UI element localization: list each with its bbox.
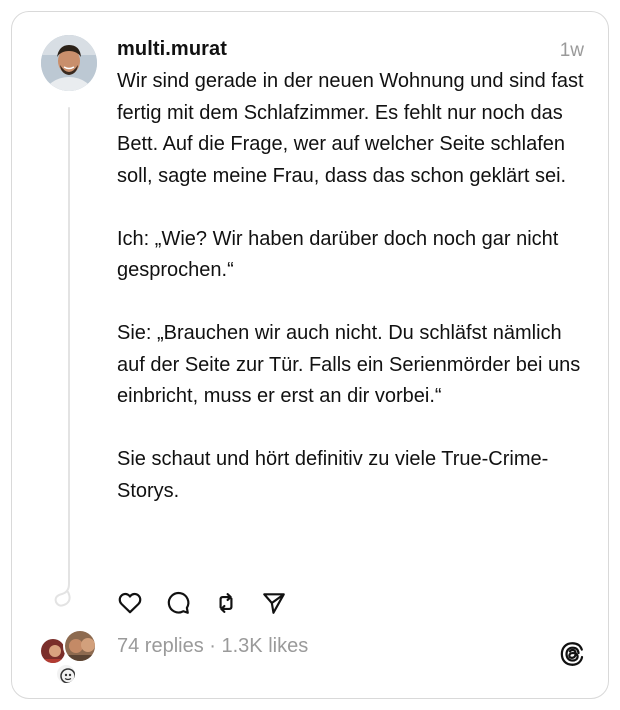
share-button[interactable]: [261, 590, 287, 616]
heart-icon: [118, 592, 142, 614]
threads-icon: [560, 642, 584, 666]
reply-avatar: [55, 663, 77, 685]
thread-line: [68, 107, 70, 585]
threads-logo[interactable]: [558, 640, 586, 668]
reply-avatar: [63, 629, 97, 663]
author-avatar[interactable]: [41, 35, 97, 91]
author-username[interactable]: multi.murat: [117, 38, 227, 61]
repost-icon: [219, 593, 233, 613]
repost-button[interactable]: [213, 590, 239, 616]
replies-count[interactable]: 74 replies: [117, 635, 204, 657]
thread-curl: [54, 583, 71, 607]
reply-button[interactable]: [165, 590, 191, 616]
reply-avatars[interactable]: [39, 629, 101, 685]
action-bar: [117, 589, 309, 617]
post-timestamp[interactable]: 1w: [560, 40, 584, 62]
send-icon: [263, 593, 285, 614]
like-button[interactable]: [117, 590, 143, 616]
post-text: Wir sind gerade in der neuen Wohnung und…: [117, 66, 587, 507]
post-paragraph: Wir sind gerade in der neuen Wohnung und…: [117, 70, 584, 187]
likes-count[interactable]: 1.3K likes: [222, 635, 309, 657]
post-card: multi.murat 1w Wir sind gerade in der ne…: [11, 11, 609, 699]
post-paragraph: Sie: „Brauchen wir auch nicht. Du schläf…: [117, 322, 581, 407]
post-paragraph: Sie schaut und hört definitiv zu viele T…: [117, 448, 549, 502]
comment-icon: [167, 591, 190, 614]
post-stats: 74 replies · 1.3K likes: [117, 635, 308, 658]
stats-separator: ·: [203, 635, 222, 657]
post-paragraph: Ich: „Wie? Wir haben darüber doch noch g…: [117, 227, 559, 282]
